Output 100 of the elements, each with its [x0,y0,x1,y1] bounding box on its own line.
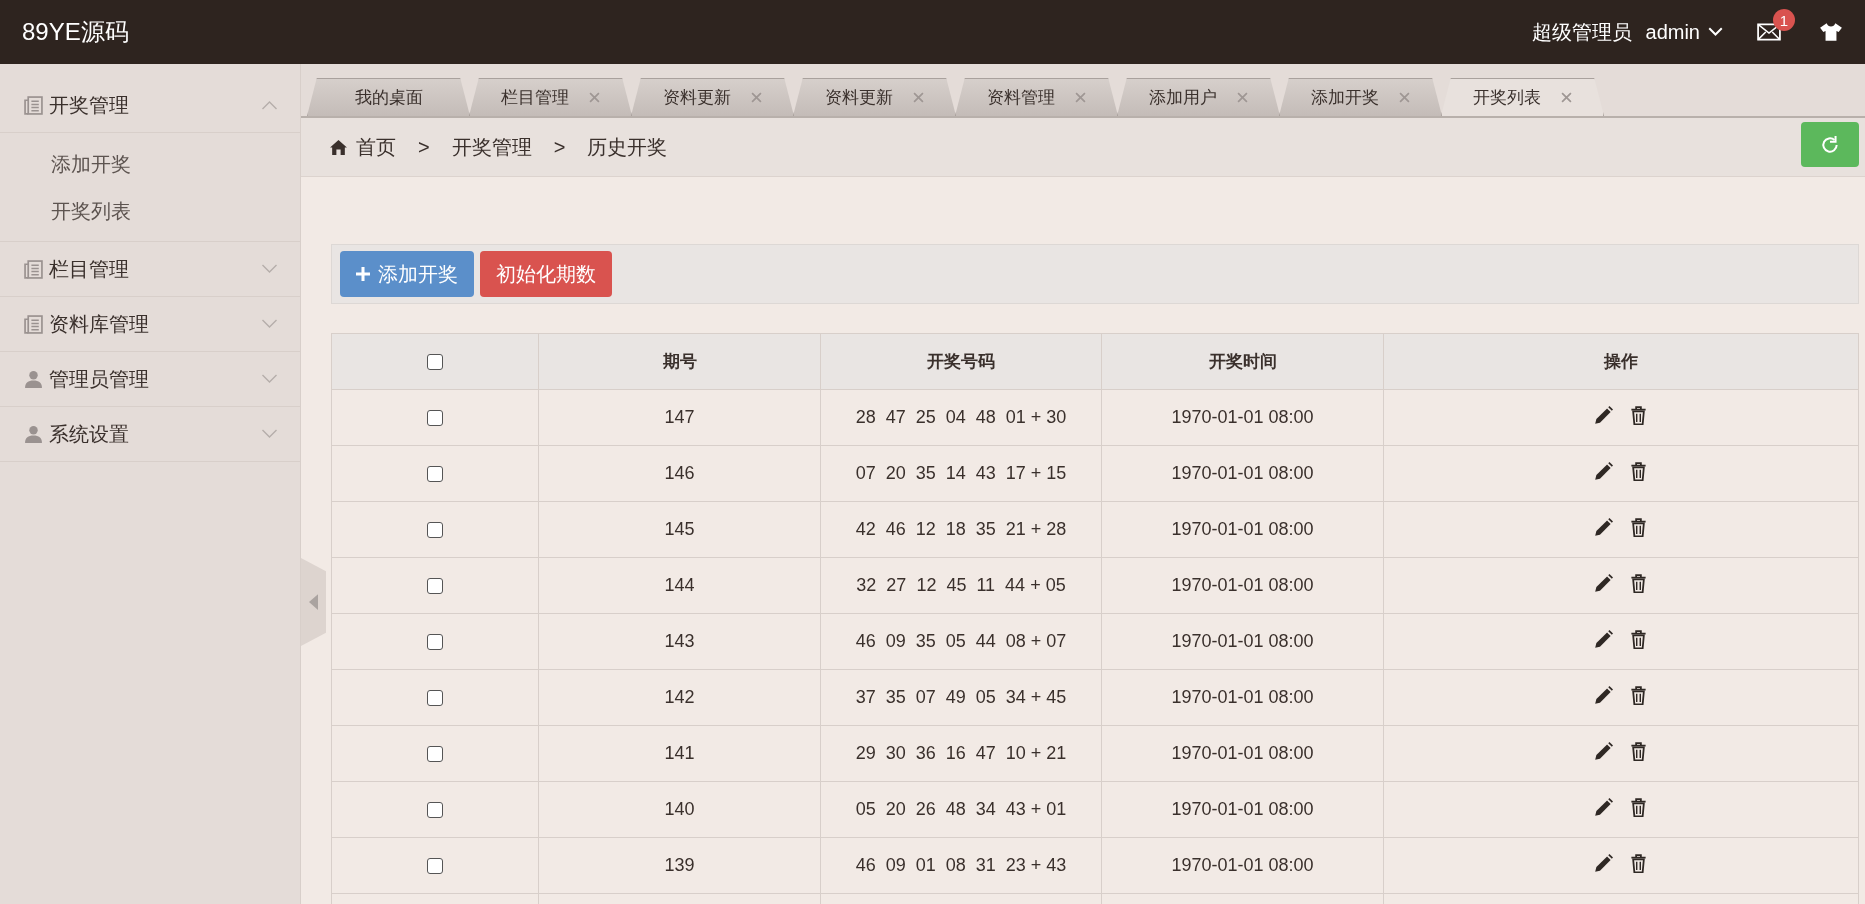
pencil-icon[interactable] [1594,573,1613,593]
newspaper-icon [24,314,43,334]
trash-icon[interactable] [1629,573,1648,593]
column-header: 开奖时间 [1101,333,1384,390]
checkbox[interactable] [427,354,443,370]
column-header: 操作 [1383,333,1859,390]
chevron-up-icon [261,100,278,110]
checkbox[interactable] [427,690,443,707]
pencil-icon[interactable] [1594,685,1613,705]
notification-badge: 1 [1773,9,1795,31]
table-cell: 1970-01-01 08:00 [1101,445,1384,502]
chevron-down-icon [261,319,278,329]
table-cell: 07 20 35 14 43 17 + 15 [820,445,1102,502]
table-cell: 46 09 35 05 44 08 + 07 [820,613,1102,670]
table-cell: 141 [538,725,821,782]
page-tab[interactable]: 开奖列表 [1441,78,1604,116]
pencil-icon[interactable] [1594,797,1613,817]
reset-button[interactable]: 初始化期数 [480,251,612,297]
newspaper-icon [24,95,43,115]
menu-group[interactable]: 开奖管理 [0,78,300,133]
trash-icon[interactable] [1629,405,1648,425]
page-tab[interactable]: 资料管理 [955,78,1118,116]
table-cell: 1970-01-01 08:00 [1101,837,1384,894]
table-cell: 46 09 01 08 31 23 + 43 [820,837,1102,894]
checkbox[interactable] [427,634,443,651]
table-cell: 42 46 12 18 35 21 + 28 [820,501,1102,558]
menu-group[interactable]: 资料库管理 [0,297,300,352]
refresh-icon [1820,134,1840,155]
checkbox[interactable] [427,802,443,819]
chevron-down-icon [261,374,278,384]
breadcrumb-current: 历史开奖 [587,134,668,160]
table-cell: 1970-01-01 08:00 [1101,781,1384,838]
trash-icon[interactable] [1629,685,1648,705]
home-icon [329,138,348,156]
table-cell: 142 [538,669,821,726]
t-shirt-icon[interactable] [1819,22,1843,42]
checkbox[interactable] [427,578,443,595]
table-cell: 1970-01-01 08:00 [1101,725,1384,782]
table-cell: 1970-01-01 08:00 [1101,389,1384,446]
pencil-icon[interactable] [1594,741,1613,761]
brand-logo: 89YE源码 [22,17,129,47]
pencil-icon[interactable] [1594,461,1613,481]
pencil-icon[interactable] [1594,517,1613,537]
triangle-left-icon [309,594,318,610]
trash-icon[interactable] [1629,629,1648,649]
checkbox[interactable] [427,522,443,539]
chevron-down-icon [261,429,278,439]
table-cell: 147 [538,389,821,446]
user-icon [24,424,43,444]
checkbox[interactable] [427,466,443,483]
breadcrumb-separator: > [418,135,430,159]
table-cell: 1970-01-01 08:00 [1101,669,1384,726]
pencil-icon[interactable] [1594,853,1613,873]
chevron-down-icon [261,264,278,274]
table-cell: 144 [538,557,821,614]
checkbox[interactable] [427,410,443,427]
table-cell: 37 35 07 49 05 34 + 45 [820,669,1102,726]
table-cell: 05 20 26 48 34 43 + 01 [820,781,1102,838]
newspaper-icon [24,259,43,279]
menu-group[interactable]: 系统设置 [0,407,300,462]
table-cell: 1970-01-01 08:00 [1101,613,1384,670]
breadcrumb-link[interactable]: 开奖管理 [451,133,532,161]
page-tab[interactable]: 栏目管理 [469,78,632,116]
page-tab[interactable]: 添加用户 [1117,78,1280,116]
page-tab[interactable]: 我的桌面 [307,78,470,116]
chevron-down-icon [1708,27,1723,37]
trash-icon[interactable] [1629,741,1648,761]
trash-icon[interactable] [1629,461,1648,481]
table-cell: 29 30 36 16 47 10 + 21 [820,725,1102,782]
page-tab[interactable]: 资料更新 [631,78,794,116]
menu-group[interactable]: 管理员管理 [0,352,300,407]
page-tab[interactable]: 添加开奖 [1279,78,1442,116]
breadcrumb-separator: > [553,135,566,159]
checkbox[interactable] [427,858,443,875]
table-cell: 1970-01-01 08:00 [1101,501,1384,558]
table-cell: 139 [538,837,821,894]
trash-icon[interactable] [1629,517,1648,537]
table-cell: 32 27 12 45 11 44 + 05 [820,557,1102,614]
menu-group[interactable]: 栏目管理 [0,242,300,297]
table-cell: 1970-01-01 08:00 [1101,557,1384,614]
pencil-icon[interactable] [1594,629,1613,649]
trash-icon[interactable] [1629,853,1648,873]
page-tab[interactable]: 资料更新 [793,78,956,116]
breadcrumb-link[interactable]: 首页 [356,133,396,161]
plus-icon [356,267,370,281]
trash-icon[interactable] [1629,797,1648,817]
table-cell: 28 47 25 04 48 01 + 30 [820,389,1102,446]
table-cell: 143 [538,613,821,670]
envelope-icon[interactable] [1757,23,1781,41]
menu-item[interactable]: 开奖列表 [51,188,131,235]
user-role: 超级管理员 [1531,19,1632,45]
menu-item[interactable]: 添加开奖 [51,141,131,188]
checkbox[interactable] [427,746,443,763]
user-menu[interactable]: admin [1645,20,1723,44]
column-header: 期号 [538,333,821,390]
table-cell: 140 [538,781,821,838]
user-icon [24,369,43,389]
table-cell: 146 [538,445,821,502]
pencil-icon[interactable] [1594,405,1613,425]
column-header: 开奖号码 [820,333,1102,390]
